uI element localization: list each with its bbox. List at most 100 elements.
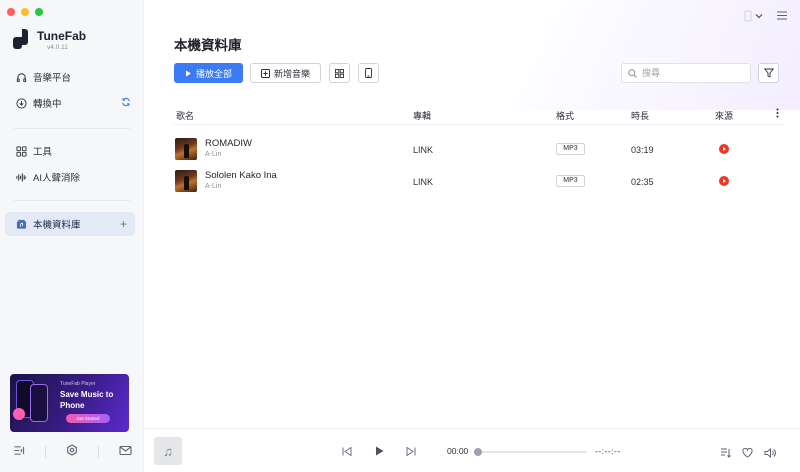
format-badge: MP3: [556, 143, 585, 155]
song-title: ROMADIW: [205, 138, 252, 149]
album-cover: [175, 170, 197, 192]
volume-icon[interactable]: [764, 445, 776, 463]
format-badge: MP3: [556, 175, 585, 187]
song-album: LINK: [413, 177, 434, 187]
grid-view-button[interactable]: [329, 63, 350, 83]
phone-icon: [365, 68, 372, 78]
collapse-sidebar-icon[interactable]: [13, 443, 25, 461]
close-window-button[interactable]: [7, 8, 15, 16]
sidebar-divider: [14, 200, 130, 201]
tunefab-logo-icon: [13, 29, 31, 49]
search-icon: [628, 68, 637, 78]
sync-icon: [121, 97, 131, 110]
sidebar-item-label: 本機資料庫: [33, 220, 81, 231]
sidebar-item-converting[interactable]: 轉換中: [5, 91, 135, 115]
promo-kicker: TuneFab Player: [60, 381, 96, 387]
table-row[interactable]: Sololen Kako Ina A-Lin LINK MP3 02:35: [174, 167, 784, 197]
mail-icon[interactable]: [118, 443, 132, 461]
maximize-window-button[interactable]: [35, 8, 43, 16]
sidebar-item-music-platform[interactable]: 音樂平台: [5, 65, 135, 89]
add-square-icon: [260, 68, 270, 78]
column-header-title[interactable]: 歌名: [176, 109, 194, 122]
song-title: Sololen Kako Ina: [205, 170, 277, 181]
download-circle-icon: [15, 97, 27, 109]
now-playing-artwork: ♫: [154, 437, 182, 465]
promo-banner[interactable]: TuneFab Player Save Music to Phone Get S…: [10, 374, 129, 432]
more-options-icon[interactable]: [776, 108, 779, 120]
page-title: 本機資料庫: [174, 38, 242, 53]
progress-handle[interactable]: [474, 448, 482, 456]
song-artist: A-Lin: [205, 151, 222, 158]
filter-icon: [763, 68, 774, 78]
app-window: TuneFab v4.0.11 音樂平台 轉換中 工具 AI人聲消除 本機資料庫…: [0, 0, 800, 472]
minimize-window-button[interactable]: [21, 8, 29, 16]
app-logo: TuneFab v4.0.11: [13, 29, 86, 53]
app-version: v4.0.11: [47, 44, 68, 51]
headphones-icon: [15, 71, 27, 83]
sidebar-item-label: 音樂平台: [33, 73, 72, 84]
grid-view-icon: [335, 68, 344, 78]
sidebar-item-tools[interactable]: 工具: [5, 139, 135, 163]
progress-slider[interactable]: [474, 448, 587, 456]
search-input[interactable]: [642, 68, 742, 78]
sidebar-item-label: 轉換中: [33, 99, 62, 110]
favorite-heart-icon[interactable]: [742, 445, 753, 463]
table-row[interactable]: ROMADIW A-Lin LINK MP3 03:19: [174, 135, 784, 165]
next-track-button[interactable]: [404, 444, 418, 458]
device-button[interactable]: [358, 63, 379, 83]
song-duration: 02:35: [631, 177, 654, 187]
play-icon: [375, 446, 383, 456]
window-controls: [7, 8, 43, 16]
sidebar-divider: [14, 128, 130, 129]
waveform-icon: [15, 171, 27, 183]
play-icon: [185, 70, 191, 76]
youtube-music-icon: [719, 176, 729, 186]
promo-get-started-button[interactable]: Get Started: [66, 414, 110, 423]
sidebar-item-ai-vocal-remover[interactable]: AI人聲消除: [5, 165, 135, 189]
sidebar-item-label: AI人聲消除: [33, 173, 80, 184]
music-disc-icon: [13, 408, 25, 420]
phone-graphic: [30, 384, 48, 422]
play-all-button[interactable]: 播放全部: [174, 63, 243, 83]
column-header-source[interactable]: 來源: [715, 109, 733, 122]
sidebar-item-local-library[interactable]: 本機資料庫 +: [5, 212, 135, 236]
next-icon: [406, 446, 416, 456]
sidebar-item-label: 工具: [33, 147, 53, 158]
library-icon: [15, 218, 27, 230]
song-duration: 03:19: [631, 145, 654, 155]
album-cover: [175, 138, 197, 160]
promo-headline: Save Music to Phone: [60, 390, 114, 410]
song-album: LINK: [413, 145, 434, 155]
grid-icon: [15, 145, 27, 157]
youtube-music-icon: [719, 144, 729, 154]
player-bar: ♫ 00:00 --:--:--: [144, 428, 800, 472]
table-header: 歌名 專輯 格式 時長 來源: [174, 107, 784, 125]
title-bar-controls: [744, 10, 787, 22]
total-time: --:--:--: [595, 446, 621, 456]
music-note-icon: ♫: [163, 443, 173, 459]
settings-icon[interactable]: [66, 443, 78, 461]
search-box[interactable]: [621, 63, 751, 83]
play-all-label: 播放全部: [195, 68, 232, 79]
add-library-icon[interactable]: +: [120, 218, 127, 230]
add-music-button[interactable]: 新增音樂: [250, 63, 321, 83]
column-header-format[interactable]: 格式: [556, 109, 574, 122]
sidebar-footer: [0, 440, 144, 464]
column-header-duration[interactable]: 時長: [631, 109, 649, 122]
column-header-album[interactable]: 專輯: [413, 109, 431, 122]
footer-separator: [97, 446, 99, 458]
app-name: TuneFab: [37, 29, 87, 43]
menu-icon[interactable]: [777, 10, 787, 22]
main-content: 本機資料庫 播放全部 新增音樂 歌名 專輯 格式 時長 來源: [144, 0, 800, 428]
account-dropdown[interactable]: [744, 10, 763, 22]
footer-separator: [44, 446, 46, 458]
previous-icon: [342, 446, 352, 456]
song-artist: A-Lin: [205, 183, 222, 190]
add-music-label: 新增音樂: [273, 68, 310, 79]
playlist-order-icon[interactable]: [720, 445, 731, 463]
current-time: 00:00: [447, 446, 469, 456]
chevron-down-icon: [755, 14, 763, 19]
previous-track-button[interactable]: [340, 444, 354, 458]
play-button[interactable]: [372, 444, 386, 458]
filter-button[interactable]: [758, 63, 779, 83]
